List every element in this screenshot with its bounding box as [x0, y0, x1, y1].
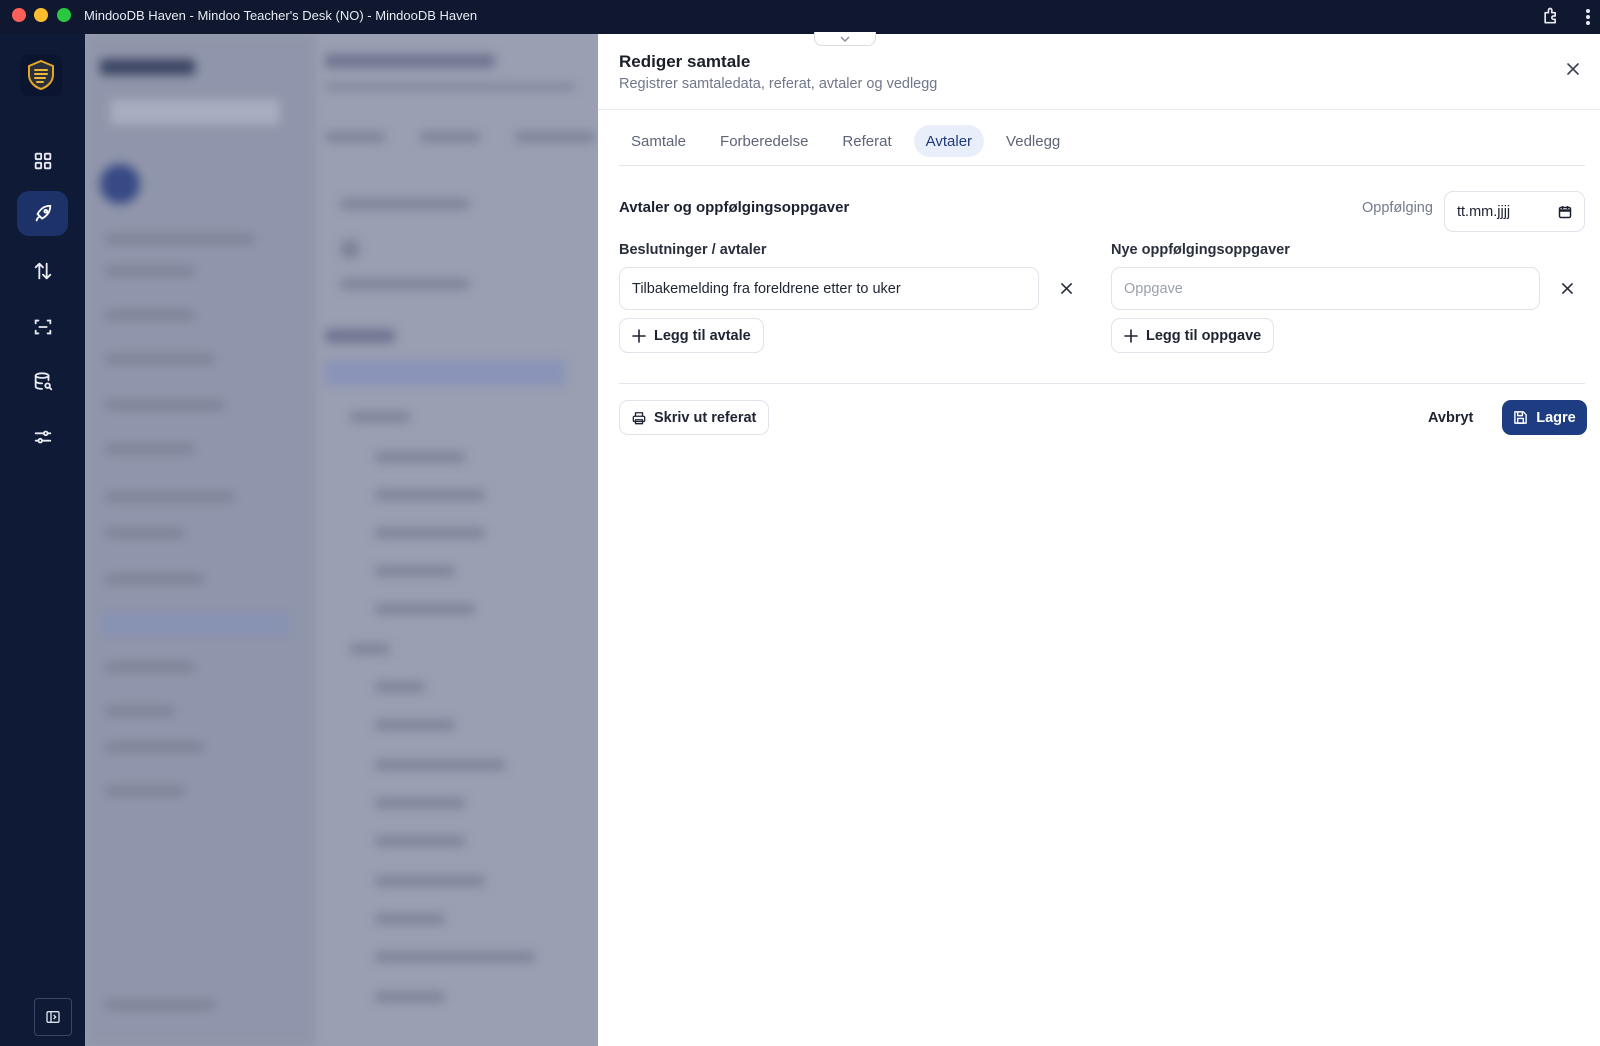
panel-toggle-icon	[46, 1011, 60, 1023]
tasks-label: Nye oppfølgingsoppgaver	[1111, 242, 1290, 258]
edit-conversation-dialog: Rediger samtale Registrer samtaledata, r…	[598, 32, 1600, 1046]
sidebar-toggle-button[interactable]	[34, 998, 72, 1036]
close-window-button[interactable]	[12, 8, 26, 22]
date-placeholder: tt.mm.jjjj	[1457, 203, 1511, 220]
add-task-button[interactable]: Legg til oppgave	[1111, 318, 1275, 353]
footer-divider	[619, 383, 1585, 384]
shield-logo-icon	[28, 59, 54, 91]
add-task-label: Legg til oppgave	[1146, 327, 1262, 344]
chevron-down-icon	[840, 35, 850, 42]
maximize-window-button[interactable]	[57, 8, 71, 22]
plus-icon	[632, 328, 646, 343]
rail-scan-button[interactable]	[17, 304, 68, 349]
database-search-icon	[34, 371, 52, 390]
remove-task-button[interactable]	[1559, 280, 1575, 296]
sliders-icon	[34, 430, 51, 443]
plus-icon	[1124, 328, 1138, 343]
save-button[interactable]: Lagre	[1502, 400, 1587, 435]
calendar-icon[interactable]	[1558, 205, 1572, 219]
dialog-tabs: Samtale Forberedelse Referat Avtaler Ved…	[619, 125, 1072, 157]
save-label: Lagre	[1536, 409, 1576, 426]
close-icon	[1561, 282, 1573, 294]
tab-referat[interactable]: Referat	[830, 125, 903, 157]
remove-decision-button[interactable]	[1058, 280, 1074, 296]
app-logo	[20, 54, 62, 96]
dashboard-icon	[34, 152, 51, 169]
rail-settings-button[interactable]	[17, 414, 68, 459]
followup-label: Oppfølging	[1362, 200, 1433, 216]
dialog-title: Rediger samtale	[619, 52, 751, 71]
section-title: Avtaler og oppfølgingsoppgaver	[619, 199, 850, 216]
more-vertical-icon[interactable]	[1583, 6, 1593, 28]
rail-sync-button[interactable]	[17, 248, 68, 293]
sync-arrows-icon	[34, 262, 51, 279]
task-input[interactable]: Oppgave	[1111, 267, 1540, 310]
collapse-handle[interactable]	[814, 32, 876, 46]
tab-avtaler[interactable]: Avtaler	[913, 125, 985, 157]
tab-vedlegg[interactable]: Vedlegg	[994, 125, 1072, 157]
add-decision-label: Legg til avtale	[654, 327, 751, 344]
decisions-label: Beslutninger / avtaler	[619, 242, 767, 258]
cancel-button[interactable]: Avbryt	[1428, 400, 1473, 435]
rail-launch-button[interactable]	[17, 191, 68, 236]
print-label: Skriv ut referat	[654, 409, 757, 426]
tab-samtale[interactable]: Samtale	[619, 125, 698, 157]
scan-icon	[34, 319, 51, 334]
rail-dashboard-button[interactable]	[17, 138, 68, 183]
minimize-window-button[interactable]	[34, 8, 48, 22]
dialog-subtitle: Registrer samtaledata, referat, avtaler …	[619, 76, 938, 92]
header-divider	[598, 109, 1600, 110]
add-decision-button[interactable]: Legg til avtale	[619, 318, 764, 353]
followup-date-input[interactable]: tt.mm.jjjj	[1444, 191, 1585, 232]
window-title: MindooDB Haven - Mindoo Teacher's Desk (…	[84, 8, 478, 23]
printer-icon	[632, 411, 646, 424]
app-rail	[0, 34, 85, 1046]
window-titlebar: MindooDB Haven - Mindoo Teacher's Desk (…	[0, 0, 1600, 34]
tab-forberedelse[interactable]: Forberedelse	[708, 125, 820, 157]
print-minutes-button[interactable]: Skriv ut referat	[619, 400, 770, 435]
background-overlay	[85, 34, 598, 1046]
close-icon	[1060, 282, 1072, 294]
tabs-divider	[619, 165, 1585, 166]
close-dialog-button[interactable]	[1564, 60, 1582, 78]
save-icon	[1514, 411, 1528, 424]
decision-input[interactable]: Tilbakemelding fra foreldrene etter to u…	[619, 267, 1039, 310]
rocket-icon	[35, 204, 51, 221]
extension-icon[interactable]	[1541, 6, 1561, 26]
close-icon	[1567, 63, 1579, 75]
rail-database-button[interactable]	[17, 359, 68, 404]
